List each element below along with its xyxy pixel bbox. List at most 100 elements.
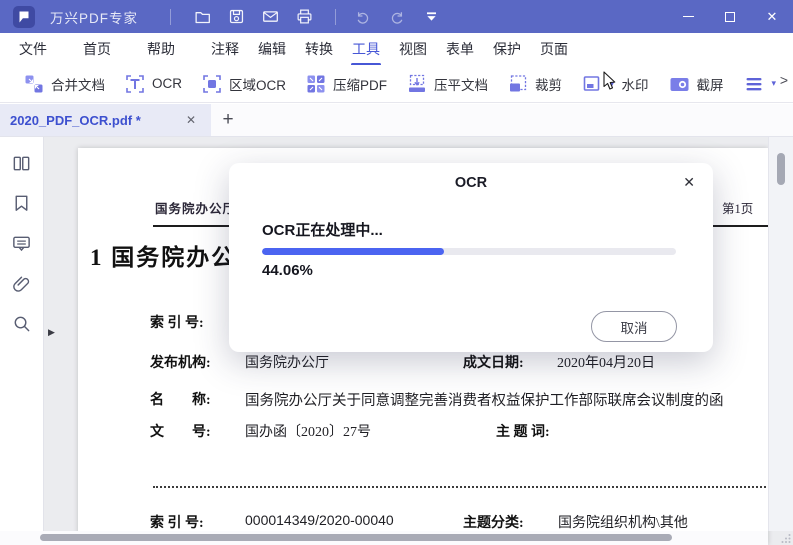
progress-bar-fill bbox=[262, 248, 445, 255]
merge-documents-button[interactable]: 合并文档 bbox=[24, 74, 105, 94]
save-button[interactable] bbox=[219, 0, 253, 33]
doc-field-value: 国务院办公厅关于同意调整完善消费者权益保护工作部际联席会议制度的函 bbox=[245, 393, 724, 409]
ocr-icon bbox=[126, 74, 144, 93]
menu-comment[interactable]: 注释 bbox=[210, 32, 240, 67]
crop-button[interactable]: 裁剪 bbox=[508, 74, 562, 94]
bookmark-icon bbox=[15, 195, 28, 211]
customize-toolbar-dropdown[interactable] bbox=[414, 0, 448, 33]
doc-field-value: 000014349/2020-00040 bbox=[245, 512, 394, 528]
close-icon: ✕ bbox=[766, 8, 778, 24]
email-button[interactable] bbox=[253, 0, 287, 33]
search-icon bbox=[14, 316, 30, 331]
vertical-scrollbar-thumb[interactable] bbox=[777, 153, 785, 185]
chevron-down-icon: ▾ bbox=[610, 78, 615, 88]
watermark-button[interactable]: ▾ 水印 bbox=[582, 74, 649, 94]
menu-file[interactable]: 文件 bbox=[18, 32, 48, 67]
crop-icon bbox=[510, 74, 527, 91]
menu-protect[interactable]: 保护 bbox=[492, 32, 522, 67]
open-file-button[interactable] bbox=[185, 0, 219, 33]
dropdown-funnel-icon bbox=[426, 12, 436, 21]
menu-tools[interactable]: 工具 bbox=[351, 32, 381, 67]
minimize-icon bbox=[682, 15, 694, 18]
search-panel-button[interactable] bbox=[8, 312, 36, 334]
resize-grip[interactable] bbox=[780, 532, 792, 544]
doc-field-label: 主题分类: bbox=[463, 516, 524, 531]
menu-help[interactable]: 帮助 bbox=[146, 32, 176, 67]
toolbar-label: 截屏 bbox=[696, 77, 724, 93]
horizontal-scrollbar[interactable] bbox=[0, 531, 768, 545]
printer-icon bbox=[297, 9, 311, 24]
doc-field-value: 国务院组织机构\其他 bbox=[558, 516, 688, 531]
toolbar-label: 压缩PDF bbox=[333, 77, 387, 93]
paperclip-icon bbox=[13, 275, 30, 292]
doc-field-label: 成文日期: bbox=[463, 356, 524, 371]
more-tools-menu-button[interactable]: ▾ bbox=[744, 74, 777, 94]
toolbar: 合并文档 OCR 区域OCR 压缩PDF 压平文档 裁剪 ▾ 水印 截屏 ▾ bbox=[0, 65, 793, 103]
doc-field-label: 索 引 号: bbox=[150, 516, 204, 531]
panel-expand-handle[interactable]: ▶ bbox=[46, 325, 57, 340]
region-ocr-button[interactable]: 区域OCR bbox=[202, 74, 286, 94]
tabbar: 2020_PDF_OCR.pdf * ✕ + bbox=[0, 104, 793, 137]
plus-icon: + bbox=[222, 109, 234, 130]
watermark-icon bbox=[583, 75, 600, 91]
menu-form[interactable]: 表单 bbox=[445, 32, 475, 67]
undo-button[interactable] bbox=[346, 0, 380, 33]
progress-percent-text: 44.06% bbox=[262, 262, 313, 279]
dialog-title: OCR bbox=[454, 175, 488, 191]
app-logo-icon bbox=[13, 5, 35, 28]
tab-title: 2020_PDF_OCR.pdf * bbox=[10, 112, 141, 128]
hamburger-menu-icon bbox=[746, 77, 762, 90]
ocr-button[interactable]: OCR bbox=[125, 74, 182, 94]
doc-field-value: 国务院办公厅 bbox=[245, 356, 329, 371]
redo-button[interactable] bbox=[380, 0, 414, 33]
flatten-document-button[interactable]: 压平文档 bbox=[407, 74, 488, 94]
cancel-button[interactable]: 取消 bbox=[591, 311, 677, 342]
region-ocr-icon bbox=[203, 74, 221, 93]
chevron-down-icon: ▾ bbox=[771, 78, 777, 88]
menu-home[interactable]: 首页 bbox=[82, 32, 112, 67]
toolbar-overflow-chevron[interactable]: > bbox=[776, 72, 791, 88]
compress-pdf-icon bbox=[307, 75, 325, 92]
new-tab-button[interactable]: + bbox=[211, 104, 245, 136]
menu-page[interactable]: 页面 bbox=[539, 32, 569, 67]
doc-field-label: 主 题 词: bbox=[496, 425, 550, 440]
bookmarks-panel-button[interactable] bbox=[8, 192, 36, 214]
left-panel-bar bbox=[0, 137, 44, 545]
toolbar-label: OCR bbox=[152, 76, 182, 91]
doc-field-value: 2020年04月20日 bbox=[557, 356, 655, 371]
progress-bar-track bbox=[262, 248, 676, 255]
toolbar-label: 水印 bbox=[621, 77, 649, 93]
compress-pdf-button[interactable]: 压缩PDF bbox=[306, 74, 387, 94]
maximize-icon bbox=[725, 11, 735, 22]
menu-convert[interactable]: 转换 bbox=[304, 32, 334, 67]
flatten-document-icon bbox=[409, 74, 425, 92]
screenshot-camera-icon bbox=[670, 77, 689, 91]
minimize-button[interactable] bbox=[667, 0, 709, 33]
doc-field-label: 文 号: bbox=[150, 425, 211, 440]
thumbnails-panel-button[interactable] bbox=[8, 152, 36, 174]
folder-icon bbox=[194, 12, 210, 24]
menu-edit[interactable]: 编辑 bbox=[257, 32, 287, 67]
resize-grip-icon bbox=[781, 534, 791, 543]
tab-close-button[interactable]: ✕ bbox=[181, 111, 201, 129]
titlebar: 万兴PDF专家 ✕ bbox=[0, 0, 793, 33]
ocr-progress-dialog: OCR ✕ OCR正在处理中... 44.06% 取消 bbox=[229, 163, 713, 352]
attachments-panel-button[interactable] bbox=[8, 272, 36, 294]
maximize-button[interactable] bbox=[709, 0, 751, 33]
app-window: 万兴PDF专家 ✕ 文件 首页 帮助 注释 编辑 转换 工具 视图 表单 保护 … bbox=[0, 0, 793, 545]
close-icon: ✕ bbox=[185, 113, 196, 127]
print-button[interactable] bbox=[287, 0, 321, 33]
menubar: 文件 首页 帮助 注释 编辑 转换 工具 视图 表单 保护 页面 bbox=[0, 32, 793, 94]
horizontal-scrollbar-thumb[interactable] bbox=[40, 534, 672, 541]
screenshot-button[interactable]: 截屏 bbox=[669, 74, 724, 94]
doc-heading: 1 国务院办公 bbox=[90, 245, 237, 270]
menu-view[interactable]: 视图 bbox=[398, 32, 428, 67]
comments-panel-button[interactable] bbox=[8, 232, 36, 254]
comment-icon bbox=[13, 236, 30, 251]
dialog-close-button[interactable]: ✕ bbox=[681, 172, 697, 193]
toolbar-label: 合并文档 bbox=[51, 77, 105, 93]
close-window-button[interactable]: ✕ bbox=[751, 0, 793, 33]
save-icon bbox=[229, 9, 243, 24]
vertical-scrollbar[interactable] bbox=[768, 137, 793, 531]
document-tab[interactable]: 2020_PDF_OCR.pdf * ✕ bbox=[0, 104, 211, 136]
